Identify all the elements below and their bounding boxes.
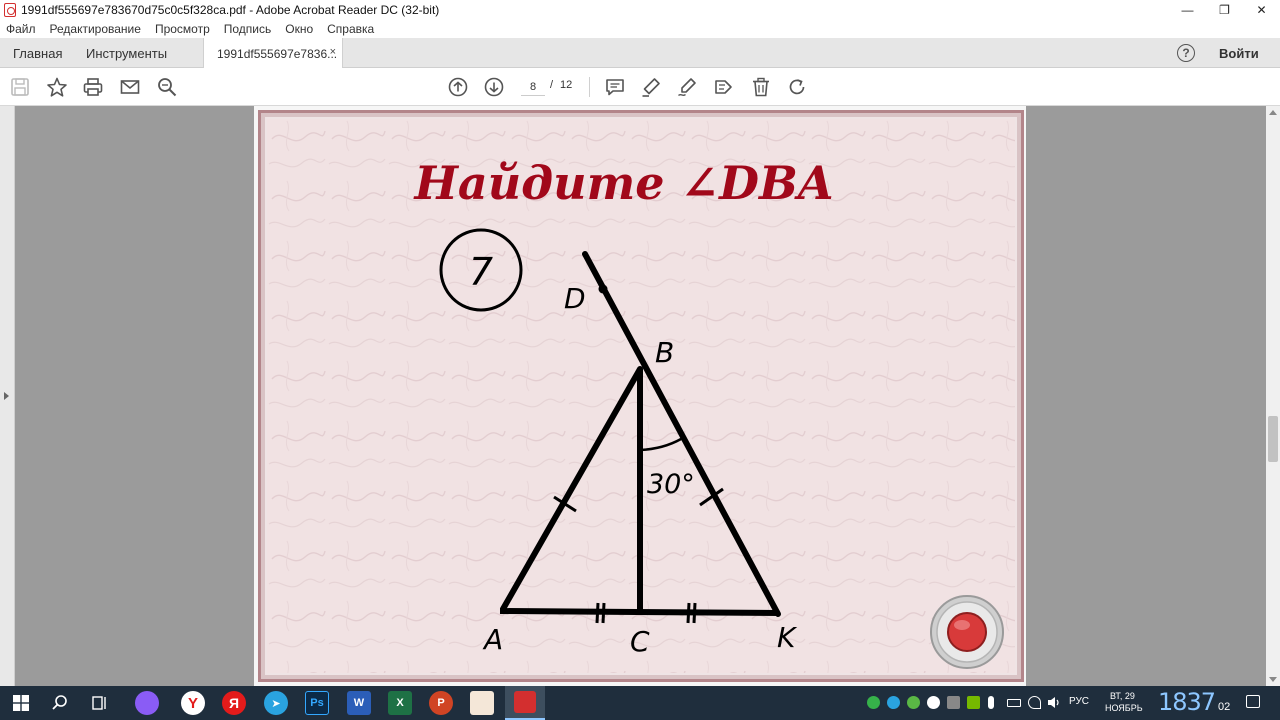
- label-d: D: [564, 282, 586, 315]
- page-separator: /: [550, 79, 554, 91]
- tray-clock-seconds: 02: [1218, 701, 1231, 713]
- label-k: K: [777, 621, 798, 654]
- slide-canvas: Найдите ∠DBA 7 30° D B A C K: [265, 117, 1017, 675]
- tray-mic-icon[interactable]: [988, 696, 994, 709]
- menu-help[interactable]: Справка: [327, 22, 374, 36]
- left-panel-toggle[interactable]: [0, 106, 15, 686]
- delete-icon[interactable]: [750, 76, 772, 98]
- powerpoint-icon[interactable]: P: [429, 691, 453, 715]
- tray-battery-icon[interactable]: [1007, 699, 1021, 707]
- search-icon[interactable]: [156, 76, 178, 98]
- sign-icon[interactable]: [676, 76, 698, 98]
- window-title: 1991df555697e783670d75c0c5f328ca.pdf - A…: [21, 3, 440, 17]
- slide-drawing: Найдите ∠DBA 7 30° D B A C K: [267, 119, 1015, 673]
- tab-tools[interactable]: Инструменты: [86, 38, 167, 68]
- label-a: A: [482, 623, 503, 656]
- maximize-button[interactable]: ❐: [1206, 0, 1243, 20]
- word-icon[interactable]: W: [347, 691, 371, 715]
- tray-whatsapp-icon[interactable]: [867, 696, 880, 709]
- vertical-scrollbar[interactable]: [1266, 106, 1280, 686]
- tray-yandex-icon[interactable]: [927, 696, 940, 709]
- tray-date-month: НОЯБРЬ: [1105, 703, 1143, 713]
- menu-view[interactable]: Просмотр: [155, 22, 210, 36]
- task-view-icon[interactable]: [88, 691, 112, 715]
- menu-edit[interactable]: Редактирование: [50, 22, 141, 36]
- base-ak: [499, 608, 780, 616]
- comment-icon[interactable]: [604, 76, 626, 98]
- taskbar: Y Я ➤ Ps W X P РУС ВТ, 29 НОЯБРЬ 1837 02: [0, 686, 1280, 720]
- tab-close-icon[interactable]: ×: [330, 46, 336, 58]
- angle-label: 30°: [647, 469, 695, 500]
- label-b: B: [655, 336, 674, 369]
- tick-ck-2: [692, 602, 697, 624]
- tab-row: Главная Инструменты 1991df555697e7836...…: [0, 38, 1280, 69]
- tray-wifi-icon[interactable]: [1028, 696, 1041, 709]
- tray-telegram-icon[interactable]: [887, 696, 900, 709]
- tab-document-label: 1991df555697e7836...: [217, 46, 338, 61]
- tick-ck-1: [686, 602, 691, 624]
- photoshop-icon[interactable]: Ps: [305, 691, 329, 715]
- tray-app-icon[interactable]: [907, 696, 920, 709]
- page-down-icon[interactable]: [483, 76, 505, 98]
- title-bar: 1991df555697e783670d75c0c5f328ca.pdf - A…: [0, 0, 1280, 20]
- help-icon[interactable]: ?: [1177, 44, 1195, 62]
- tab-document[interactable]: 1991df555697e7836... ×: [203, 38, 343, 69]
- tab-home[interactable]: Главная: [13, 38, 62, 68]
- expand-arrow-icon: [4, 392, 9, 400]
- tick-ac-2: [601, 602, 606, 624]
- rotate-icon[interactable]: [786, 76, 808, 98]
- close-button[interactable]: ✕: [1243, 0, 1280, 20]
- save-icon[interactable]: [9, 76, 31, 98]
- pdf-page: Найдите ∠DBA 7 30° D B A C K: [254, 106, 1026, 686]
- scroll-up-icon[interactable]: [1269, 110, 1277, 115]
- minimize-button[interactable]: —: [1169, 0, 1206, 20]
- alice-icon[interactable]: [135, 691, 159, 715]
- record-button[interactable]: [930, 595, 1004, 669]
- yandex-icon[interactable]: Я: [222, 691, 246, 715]
- telegram-icon[interactable]: ➤: [264, 691, 288, 715]
- menu-window[interactable]: Окно: [285, 22, 313, 36]
- tick-ac-1: [595, 602, 600, 624]
- scroll-down-icon[interactable]: [1269, 677, 1277, 682]
- yandex-browser-icon[interactable]: Y: [181, 691, 205, 715]
- tray-device-icon[interactable]: [947, 696, 960, 709]
- acrobat-file-icon: [4, 3, 16, 17]
- slide-title: Найдите ∠DBA: [412, 156, 833, 210]
- document-area: Найдите ∠DBA 7 30° D B A C K: [0, 106, 1280, 686]
- app-thumbnail-icon[interactable]: [470, 691, 494, 715]
- page-number-input[interactable]: [521, 78, 545, 96]
- slide-frame: Найдите ∠DBA 7 30° D B A C K: [258, 110, 1024, 682]
- share-edit-icon[interactable]: [713, 76, 735, 98]
- print-icon[interactable]: [82, 76, 104, 98]
- toolbar-divider: [589, 77, 590, 97]
- tray-language[interactable]: РУС: [1069, 696, 1089, 707]
- tray-date-day: ВТ, 29: [1110, 691, 1135, 701]
- windows-start-icon[interactable]: [9, 691, 33, 715]
- label-c: C: [630, 625, 650, 658]
- star-icon[interactable]: [46, 76, 68, 98]
- menu-file[interactable]: Файл: [6, 22, 36, 36]
- point-d-dot: [598, 284, 608, 294]
- menu-bar: Файл Редактирование Просмотр Подпись Окн…: [0, 20, 1280, 38]
- highlight-pen-icon[interactable]: [640, 76, 662, 98]
- page-up-icon[interactable]: [447, 76, 469, 98]
- tray-clock[interactable]: 1837: [1158, 688, 1216, 716]
- problem-number: 7: [469, 250, 493, 294]
- scroll-thumb[interactable]: [1268, 416, 1278, 462]
- taskbar-search-icon[interactable]: [48, 691, 72, 715]
- email-icon[interactable]: [119, 76, 141, 98]
- page-total: 12: [560, 79, 573, 91]
- window-controls: — ❐ ✕: [1169, 0, 1280, 20]
- toolbar: / 12: [0, 68, 1280, 106]
- tray-volume-icon[interactable]: [1047, 696, 1061, 709]
- notification-center-icon[interactable]: [1246, 695, 1260, 708]
- menu-sign[interactable]: Подпись: [224, 22, 272, 36]
- acrobat-taskbar-icon[interactable]: [505, 686, 545, 720]
- excel-icon[interactable]: X: [388, 691, 412, 715]
- tray-nvidia-icon[interactable]: [967, 696, 980, 709]
- signin-button[interactable]: Войти: [1219, 38, 1259, 68]
